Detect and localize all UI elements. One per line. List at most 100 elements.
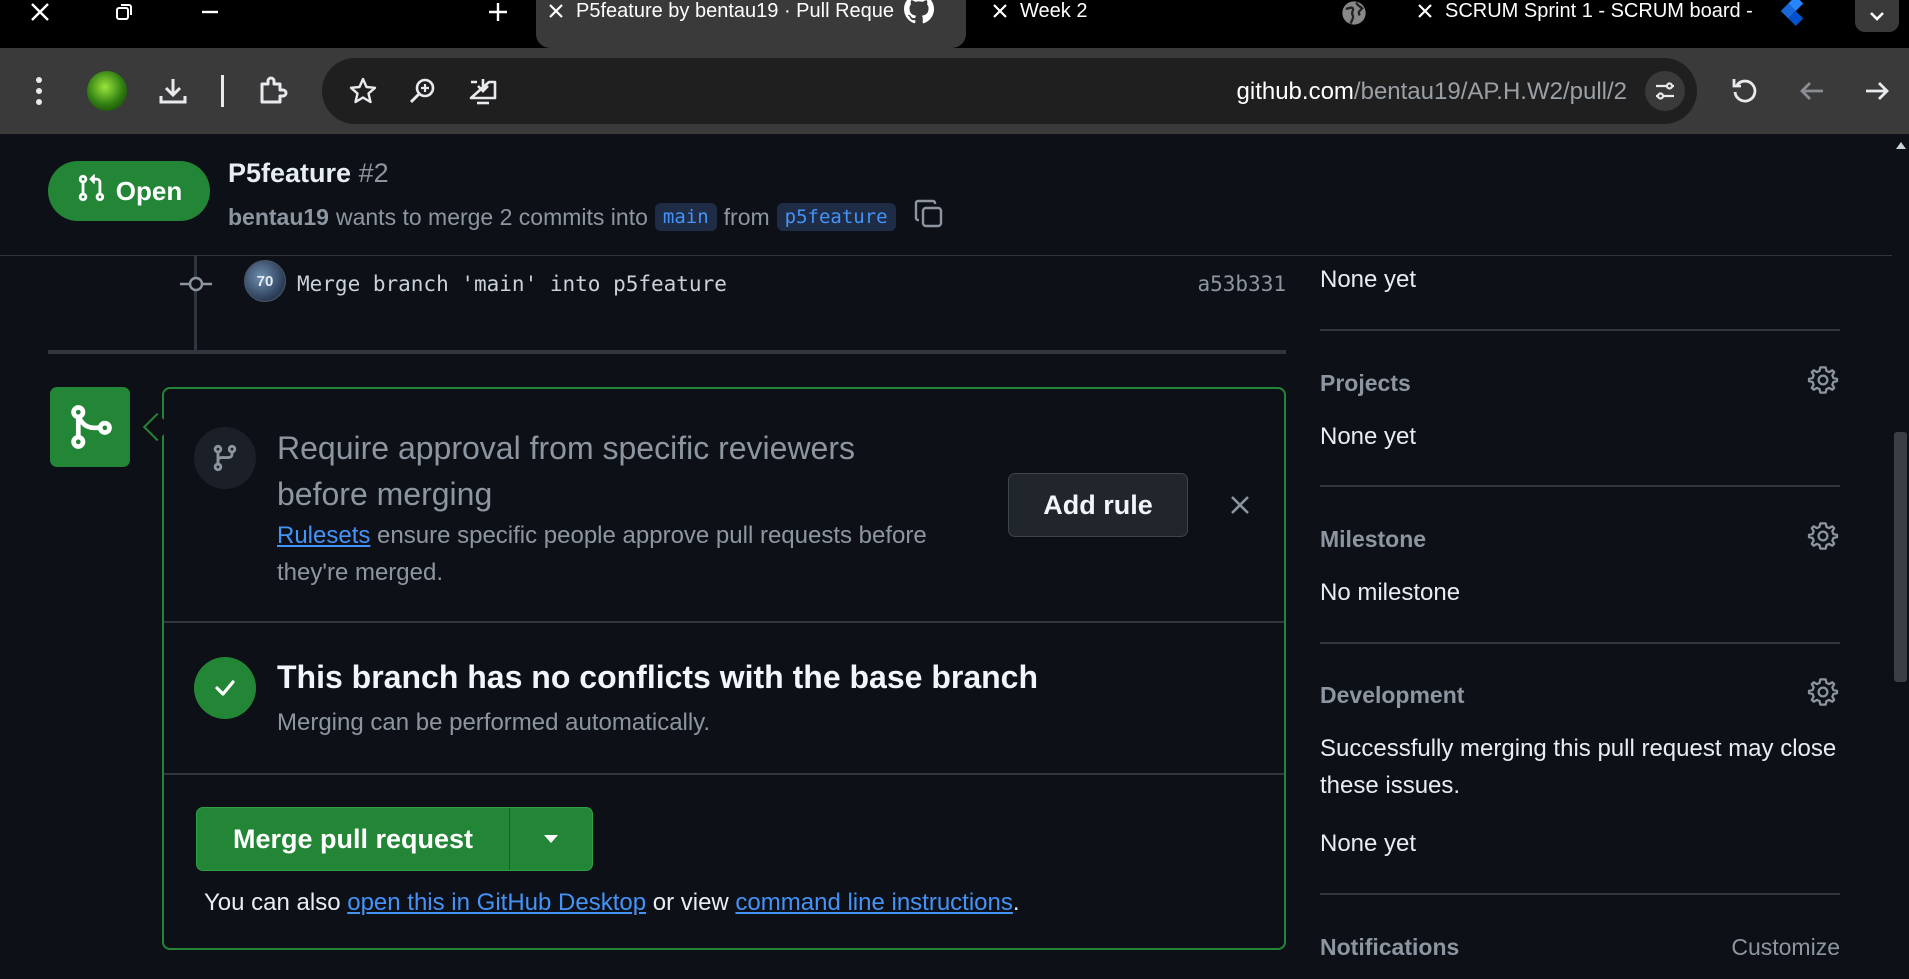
github-icon — [904, 0, 935, 30]
bookmark-star-icon[interactable] — [342, 70, 384, 112]
merge-action-section: Merge pull request You can also open thi… — [164, 775, 1284, 948]
development-description: Successfully merging this pull request m… — [1320, 735, 1837, 799]
pr-merge-text: wants to merge 2 commits into — [335, 203, 648, 230]
rules-description: Rulesets ensure specific people approve … — [277, 517, 937, 591]
pr-from-text: from — [723, 203, 770, 230]
add-rule-button[interactable]: Add rule — [1008, 473, 1188, 537]
command-line-instructions-link[interactable]: command line instructions — [735, 889, 1012, 916]
merge-box: Require approval from specific reviewers… — [162, 387, 1286, 950]
rules-description-text: ensure specific people approve pull requ… — [277, 522, 927, 586]
copy-icon[interactable] — [913, 198, 945, 236]
conflicts-title: This branch has no conflicts with the ba… — [277, 659, 1039, 695]
pr-state-label: Open — [115, 175, 183, 206]
pr-subtitle: bentau19 wants to merge 2 commits into m… — [228, 198, 945, 236]
sidebar-divider — [1320, 329, 1840, 331]
merge-button-group: Merge pull request — [196, 807, 593, 871]
rules-suggestion-section: Require approval from specific reviewers… — [164, 389, 1284, 623]
milestone-heading[interactable]: Milestone — [1320, 526, 1426, 553]
tab-close-icon[interactable] — [536, 0, 576, 22]
pr-title-text: P5feature — [228, 158, 352, 188]
tab-title: SCRUM Sprint 1 - SCRUM board - — [1445, 0, 1753, 22]
jira-icon — [1777, 0, 1807, 32]
forward-arrow-icon[interactable] — [1856, 70, 1898, 112]
git-branch-icon — [194, 427, 256, 489]
reload-icon[interactable] — [1724, 70, 1766, 112]
head-branch-chip[interactable]: p5feature — [776, 203, 896, 231]
downloads-icon[interactable] — [152, 70, 194, 112]
url-path: /bentau19/AP.H.W2/pull/2 — [1353, 78, 1627, 105]
labels-value: None yet — [1320, 266, 1417, 293]
development-gear-icon[interactable] — [1806, 675, 1840, 709]
development-value: None yet — [1320, 830, 1417, 857]
tab-week-2[interactable]: Week 2 — [980, 0, 1380, 48]
profile-avatar[interactable] — [86, 70, 128, 112]
timeline-line — [194, 256, 197, 350]
rules-title: Require approval from specific reviewers… — [277, 430, 855, 512]
globe-icon — [1340, 0, 1368, 33]
url-host: github.com — [1236, 78, 1354, 105]
browser-tab-strip: P5feature by bentau19 · Pull Reque Week … — [0, 0, 1909, 48]
address-bar[interactable]: github.com/bentau19/AP.H.W2/pull/2 — [322, 58, 1697, 124]
tab-scrum-board[interactable]: SCRUM Sprint 1 - SCRUM board - — [1405, 0, 1825, 48]
new-tab-icon[interactable] — [478, 0, 518, 24]
toolbar-separator — [221, 75, 224, 107]
alt-middle: or view — [646, 889, 736, 916]
sidebar-divider — [1320, 642, 1840, 644]
restore-window-icon[interactable] — [104, 0, 144, 24]
projects-heading[interactable]: Projects — [1320, 370, 1411, 397]
pr-number: #2 — [358, 158, 389, 188]
git-commit-icon — [180, 272, 212, 296]
minimize-window-icon[interactable] — [190, 0, 230, 24]
conflicts-description: Merging can be performed automatically. — [277, 709, 711, 736]
tab-title: P5feature by bentau19 · Pull Reque — [576, 0, 894, 22]
sidebar-divider — [1320, 485, 1840, 487]
menu-dots-icon[interactable] — [18, 70, 60, 112]
pr-sidebar: None yet Projects None yet Milestone No … — [1320, 256, 1840, 979]
install-app-icon[interactable] — [462, 70, 504, 112]
commit-sha-link[interactable]: a53b331 — [1197, 272, 1286, 296]
milestone-gear-icon[interactable] — [1806, 519, 1840, 553]
merge-status-icon — [50, 387, 130, 467]
base-branch-chip[interactable]: main — [654, 203, 717, 231]
conflicts-section: This branch has no conflicts with the ba… — [164, 623, 1284, 775]
tab-close-icon[interactable] — [980, 0, 1020, 22]
page-scrollbar[interactable] — [1892, 134, 1909, 979]
scrollbar-thumb[interactable] — [1894, 432, 1907, 682]
extensions-icon[interactable] — [252, 70, 294, 112]
url-text: github.com/bentau19/AP.H.W2/pull/2 — [1237, 78, 1627, 106]
tab-title: Week 2 — [1020, 0, 1088, 22]
rulesets-link[interactable]: Rulesets — [277, 522, 370, 549]
open-in-desktop-link[interactable]: open this in GitHub Desktop — [347, 889, 646, 916]
check-icon — [194, 657, 256, 719]
timeline-divider — [48, 350, 1286, 354]
pr-sticky-header: Open P5feature #2 bentau19 wants to merg… — [0, 134, 1892, 256]
customize-link[interactable]: Customize — [1731, 934, 1840, 961]
dismiss-close-icon[interactable] — [1220, 485, 1260, 525]
pr-title: P5feature #2 — [228, 158, 389, 189]
merge-alternatives-text: You can also open this in GitHub Desktop… — [204, 889, 1020, 917]
tab-search-chevron-icon[interactable] — [1855, 0, 1899, 32]
projects-value: None yet — [1320, 423, 1417, 450]
projects-gear-icon[interactable] — [1806, 363, 1840, 397]
milestone-value: No milestone — [1320, 579, 1461, 606]
pr-author-link[interactable]: bentau19 — [228, 204, 329, 231]
window-close-icon[interactable] — [20, 0, 60, 24]
notifications-heading: Notifications — [1320, 934, 1460, 960]
sidebar-divider — [1320, 893, 1840, 895]
browser-toolbar: github.com/bentau19/AP.H.W2/pull/2 — [0, 48, 1909, 134]
alt-prefix: You can also — [204, 889, 348, 916]
pr-state-badge: Open — [48, 161, 210, 221]
scroll-up-arrow-icon[interactable] — [1892, 140, 1909, 154]
zoom-icon[interactable] — [402, 70, 444, 112]
git-pull-request-icon — [76, 173, 106, 210]
commit-message-link[interactable]: Merge branch 'main' into p5feature — [297, 272, 727, 296]
site-settings-icon[interactable] — [1645, 71, 1685, 111]
tab-close-icon[interactable] — [1405, 0, 1445, 22]
development-heading[interactable]: Development — [1320, 682, 1464, 709]
commit-author-avatar[interactable]: 70 — [244, 260, 286, 302]
merge-method-dropdown-icon[interactable] — [510, 808, 592, 870]
merge-pull-request-button[interactable]: Merge pull request — [197, 808, 510, 870]
back-arrow-icon[interactable] — [1791, 70, 1833, 112]
alt-suffix: . — [1012, 889, 1020, 916]
tab-pull-request[interactable]: P5feature by bentau19 · Pull Reque — [536, 0, 966, 48]
